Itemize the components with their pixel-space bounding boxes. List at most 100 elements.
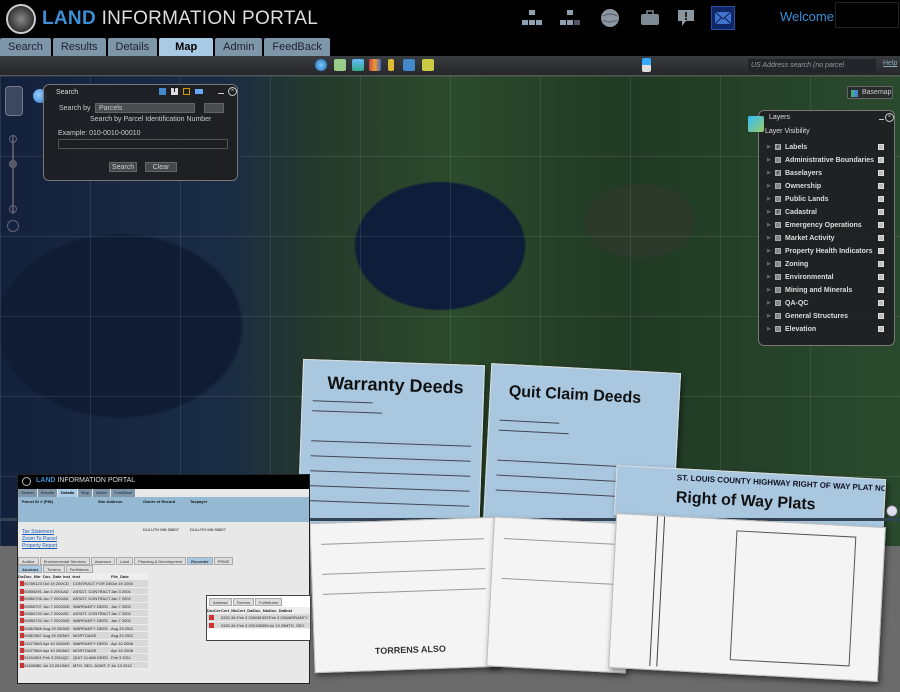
sub-section-tab[interactable]: Recorder: [187, 557, 213, 565]
sub-tab-admin[interactable]: Admin: [92, 489, 111, 497]
zoom-to-parcel-link[interactable]: Zoom To Parcel: [22, 536, 57, 543]
layer-item[interactable]: ▶ Market Activity: [767, 232, 884, 244]
sub-tab-feedback[interactable]: FeedBack: [111, 489, 136, 497]
marker-icon[interactable]: [388, 59, 394, 71]
layer-options-icon[interactable]: [878, 196, 884, 202]
sub-tab-details[interactable]: Details: [58, 489, 78, 497]
tab-admin[interactable]: Admin: [215, 38, 263, 56]
expand-arrow-icon[interactable]: ▶: [767, 326, 775, 332]
table-row[interactable]: 00805291 Jan 3 2001 AD ASSGT. CONTRACT Jan 3…: [18, 587, 148, 596]
expand-arrow-icon[interactable]: ▶: [767, 235, 775, 241]
layer-options-icon[interactable]: [878, 287, 884, 293]
layer-item[interactable]: ▶ QA-QC: [767, 297, 884, 309]
layer-checkbox[interactable]: ✓: [775, 170, 781, 176]
expand-arrow-icon[interactable]: ▶: [767, 170, 775, 176]
select-tool-icon[interactable]: [183, 88, 190, 95]
sub-section-tab[interactable]: Environmental Services: [39, 557, 90, 565]
sub-section-tab[interactable]: Forfeitures: [65, 565, 93, 573]
refresh-icon[interactable]: [642, 58, 651, 72]
layer-checkbox[interactable]: [775, 274, 781, 280]
table-row[interactable]: 00867866Aug 29 2002WDWARRANTY DEEDAug 29…: [18, 624, 148, 633]
layer-options-icon[interactable]: [878, 222, 884, 228]
layer-item[interactable]: ▶ ✓ Cadastral: [767, 206, 884, 218]
sub-tab-search[interactable]: Search: [18, 489, 37, 497]
search-by-select[interactable]: Parcels: [95, 103, 195, 113]
table-row[interactable]: 0320.34.0Feb 3 20110158355Jul 13 2012MTG…: [207, 621, 310, 630]
layer-checkbox[interactable]: [775, 183, 781, 189]
layer-options-icon[interactable]: [878, 248, 884, 254]
minimize-icon[interactable]: [218, 93, 224, 94]
mail-icon[interactable]: [711, 6, 735, 30]
layer-checkbox[interactable]: [775, 235, 781, 241]
layer-item[interactable]: ▶ Ownership: [767, 180, 884, 192]
expand-arrow-icon[interactable]: ▶: [767, 222, 775, 228]
layer-options-icon[interactable]: [878, 183, 884, 189]
layer-options-icon[interactable]: [878, 157, 884, 163]
expand-arrow-icon[interactable]: ▶: [767, 157, 775, 163]
layer-options-icon[interactable]: [878, 144, 884, 150]
expand-icon[interactable]: [886, 505, 898, 517]
expand-arrow-icon[interactable]: ▶: [767, 261, 775, 267]
sub-section-tab[interactable]: Torrens: [43, 565, 65, 573]
print-icon[interactable]: [403, 59, 415, 71]
pan-control[interactable]: [5, 86, 23, 116]
map-icon[interactable]: [334, 59, 346, 71]
layer-checkbox[interactable]: [775, 300, 781, 306]
address-search-input[interactable]: US Address search (no parcel information…: [748, 59, 876, 83]
layer-item[interactable]: ▶ Property Health Indicators: [767, 245, 884, 257]
tab-results[interactable]: Results: [52, 38, 106, 56]
layer-options-icon[interactable]: [878, 261, 884, 267]
locate-icon[interactable]: [7, 220, 19, 232]
sub-section-tab[interactable]: Abstract: [209, 598, 232, 606]
expand-arrow-icon[interactable]: ▶: [767, 274, 775, 280]
layer-item[interactable]: ▶ ✓ Baselayers: [767, 167, 884, 179]
expand-arrow-icon[interactable]: ▶: [767, 300, 775, 306]
layer-item[interactable]: ▶ ✓ Labels: [767, 141, 884, 153]
sub-tab-map[interactable]: Map: [78, 489, 92, 497]
table-row[interactable]: 01154303 Feb 3 2011 QC QUIT CLAIM DEED Feb 3…: [18, 654, 148, 662]
tab-search[interactable]: Search: [0, 38, 51, 56]
zoom-slider[interactable]: [12, 136, 14, 214]
property-report-link[interactable]: Property Report: [22, 543, 57, 550]
table-row[interactable]: 01077864 Apr 10 2008 MO MORTGAGE Apr 10 2008: [18, 646, 148, 655]
zoom-out-icon[interactable]: [9, 205, 17, 213]
layer-options-icon[interactable]: [878, 313, 884, 319]
clear-button[interactable]: Clear: [145, 162, 177, 172]
search-button[interactable]: Search: [109, 162, 137, 172]
basemap-button[interactable]: Basemap: [847, 86, 893, 99]
tax-statement-link[interactable]: Tax Statement: [22, 529, 57, 536]
layer-checkbox[interactable]: [775, 313, 781, 319]
folder-icon[interactable]: [422, 59, 434, 71]
sub-section-tab[interactable]: Planning & Development: [134, 557, 187, 565]
layer-options-icon[interactable]: [878, 170, 884, 176]
layer-item[interactable]: ▶ General Structures: [767, 310, 884, 322]
layers-icon[interactable]: [352, 59, 364, 71]
table-row[interactable]: 00850720 Jun 7 2002 AD ASSGT. CONTRACT Jan 7…: [18, 609, 148, 618]
layer-options-icon[interactable]: [878, 300, 884, 306]
layer-checkbox[interactable]: [775, 248, 781, 254]
tab-map[interactable]: Map: [159, 38, 214, 56]
zoom-search-icon[interactable]: [315, 59, 327, 71]
layer-options-icon[interactable]: [878, 326, 884, 332]
text-tool-icon[interactable]: T: [171, 88, 178, 95]
layer-checkbox[interactable]: ✓: [775, 144, 781, 150]
layer-item[interactable]: ▶ Administrative Boundaries: [767, 154, 884, 166]
close-icon[interactable]: ×: [885, 113, 894, 122]
tab-feedback[interactable]: FeedBack: [264, 38, 330, 56]
sub-section-tab[interactable]: Forfeitures: [255, 598, 283, 606]
minimize-icon[interactable]: [879, 119, 884, 120]
layer-checkbox[interactable]: [775, 326, 781, 332]
layer-options-icon[interactable]: [878, 209, 884, 215]
sub-section-tab[interactable]: Abstract: [18, 565, 43, 573]
sub-section-tab[interactable]: Land: [116, 557, 134, 565]
expand-arrow-icon[interactable]: ▶: [767, 196, 775, 202]
table-row[interactable]: 00850720 Jun 7 2002 WD WARRANTY DEED Jan 7 2…: [18, 617, 148, 625]
table-row[interactable]: 00850707 Jun 7 2002 WD WARRANTY DEED Jan 7 2…: [18, 602, 148, 610]
layer-options-icon[interactable]: [878, 274, 884, 280]
sub-section-tab[interactable]: Assessor: [90, 557, 116, 565]
layer-options-icon[interactable]: [878, 235, 884, 241]
table-row[interactable]: 00789123 Oct 19 2000 CD CONTRACT FOR DEE Oct…: [18, 580, 148, 588]
tab-details[interactable]: Details: [107, 38, 158, 56]
layer-checkbox[interactable]: [775, 287, 781, 293]
layer-item[interactable]: ▶ Environmental: [767, 271, 884, 283]
